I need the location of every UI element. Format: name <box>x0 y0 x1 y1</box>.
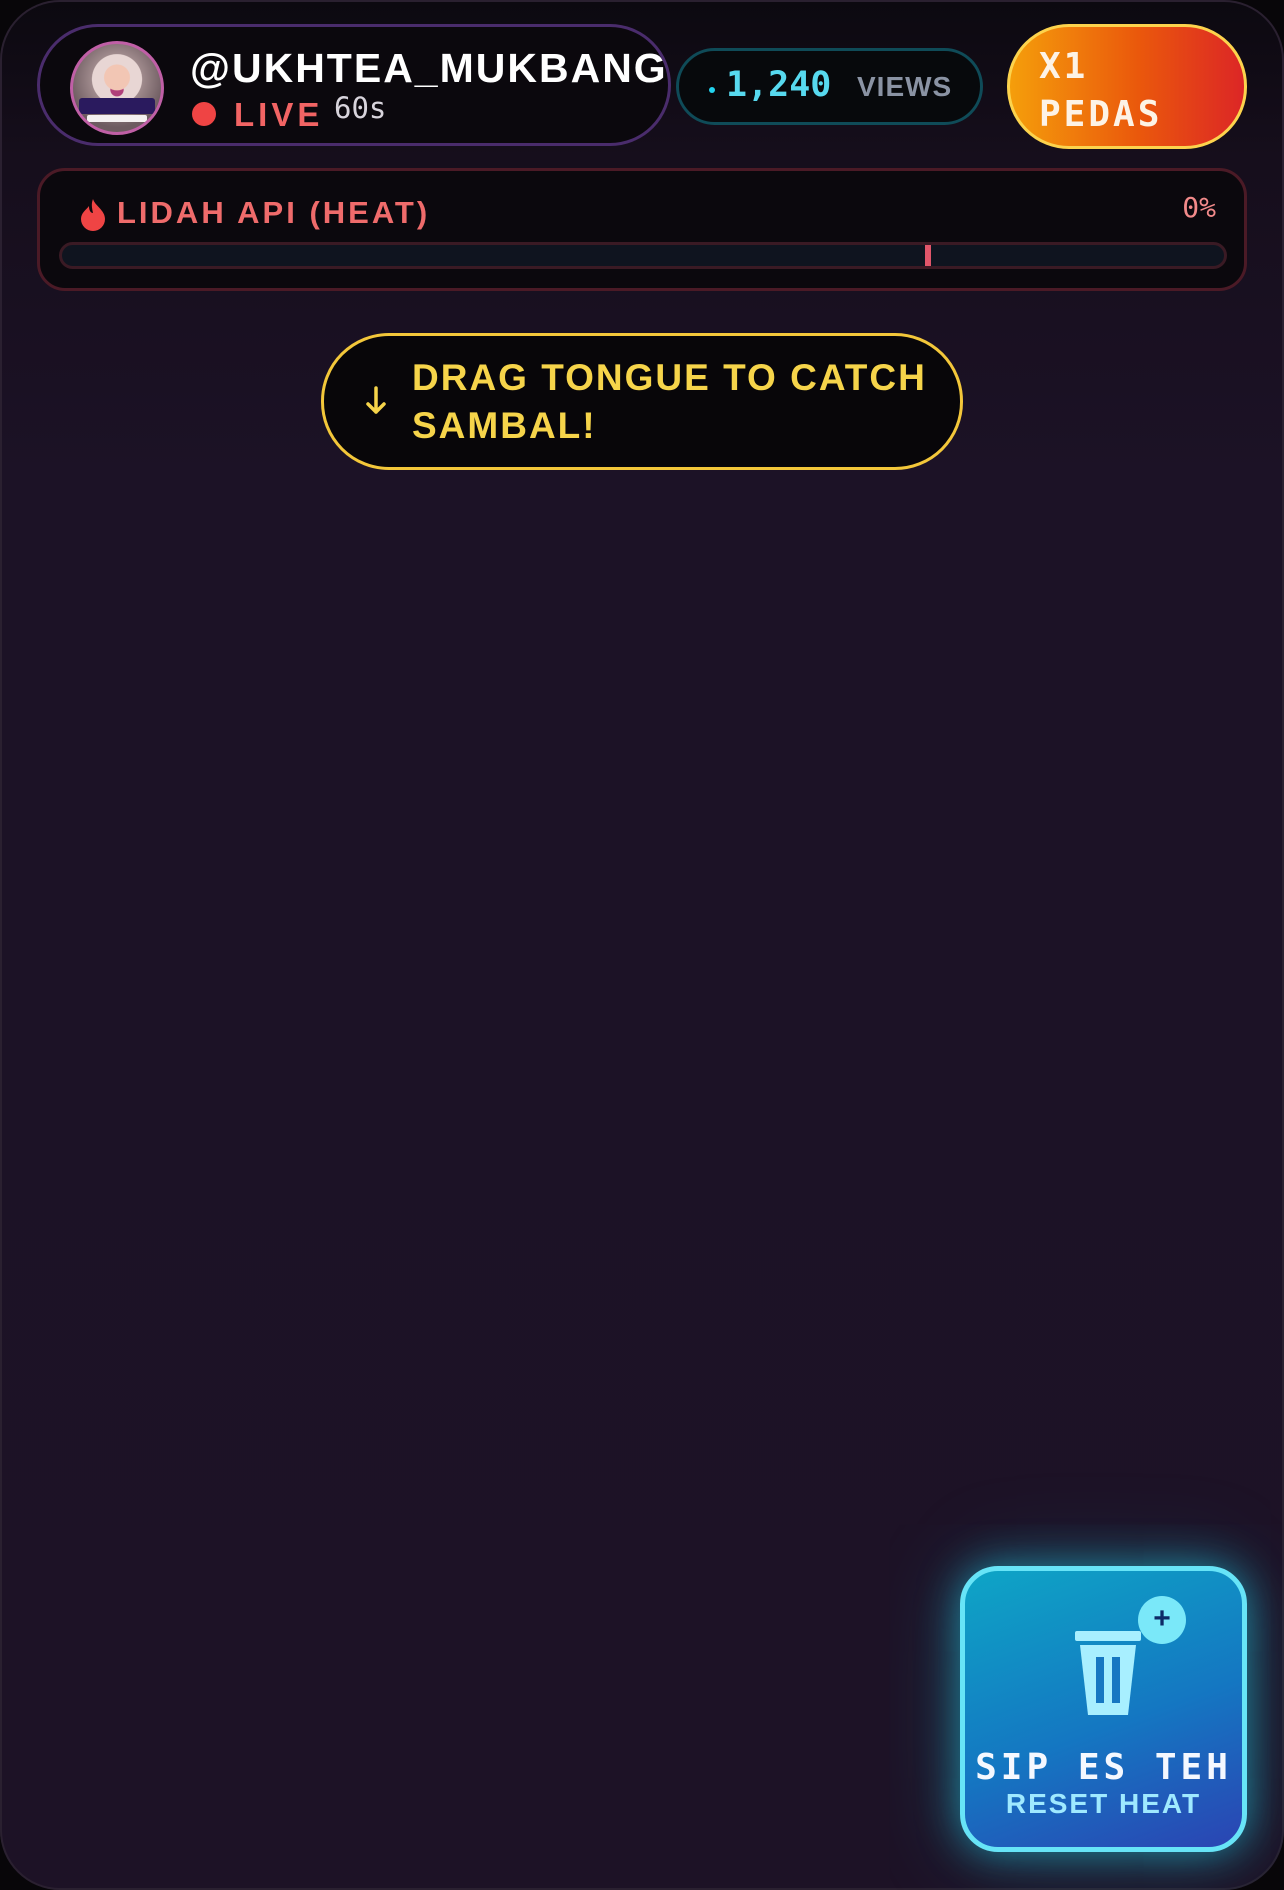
instruction-text: DRAG TONGUE TO CATCH SAMBAL! <box>412 357 927 446</box>
live-indicator-icon <box>192 102 216 126</box>
sip-button-subtitle: RESET HEAT <box>1005 1788 1202 1819</box>
avatar[interactable] <box>70 41 164 135</box>
streamer-handle: @UKHTEA_MUKBANG <box>190 45 668 91</box>
avatar-caption-banner <box>79 98 155 114</box>
stream-timer: 60s <box>334 91 387 125</box>
flame-icon <box>81 199 105 231</box>
live-label: LIVE <box>234 96 324 133</box>
cup-icon <box>1075 1631 1141 1715</box>
multiplier-value: X1 <box>1039 46 1089 87</box>
sip-es-teh-button[interactable]: + SIP ES TEH RESET HEAT <box>960 1566 1247 1852</box>
multiplier-text: X1 PEDAS <box>1039 43 1162 139</box>
views-label: VIEWS <box>857 71 953 102</box>
views-counter: 1,240 VIEWS <box>676 48 983 125</box>
heat-threshold-marker <box>924 245 931 266</box>
instruction-banner: DRAG TONGUE TO CATCH SAMBAL! <box>321 333 963 470</box>
heat-percent: 0% <box>1182 191 1216 224</box>
arrow-down-icon <box>366 386 386 414</box>
views-dot-icon <box>709 87 715 93</box>
multiplier-label: PEDAS <box>1039 94 1163 135</box>
heat-progress-track <box>59 242 1227 269</box>
streamer-profile[interactable]: @UKHTEA_MUKBANG LIVE 60s <box>37 24 671 146</box>
plus-badge-icon: + <box>1138 1596 1186 1644</box>
sip-button-title: SIP ES TEH <box>975 1747 1232 1788</box>
heat-meter: LIDAH API (HEAT) 0% <box>37 168 1247 291</box>
multiplier-badge: X1 PEDAS <box>1007 24 1247 149</box>
game-screen: @UKHTEA_MUKBANG LIVE 60s 1,240 VIEWS X1 … <box>0 0 1284 1890</box>
heat-label: LIDAH API (HEAT) <box>117 195 431 230</box>
avatar-caption-strip <box>87 115 147 122</box>
views-count: 1,240 <box>726 65 832 105</box>
